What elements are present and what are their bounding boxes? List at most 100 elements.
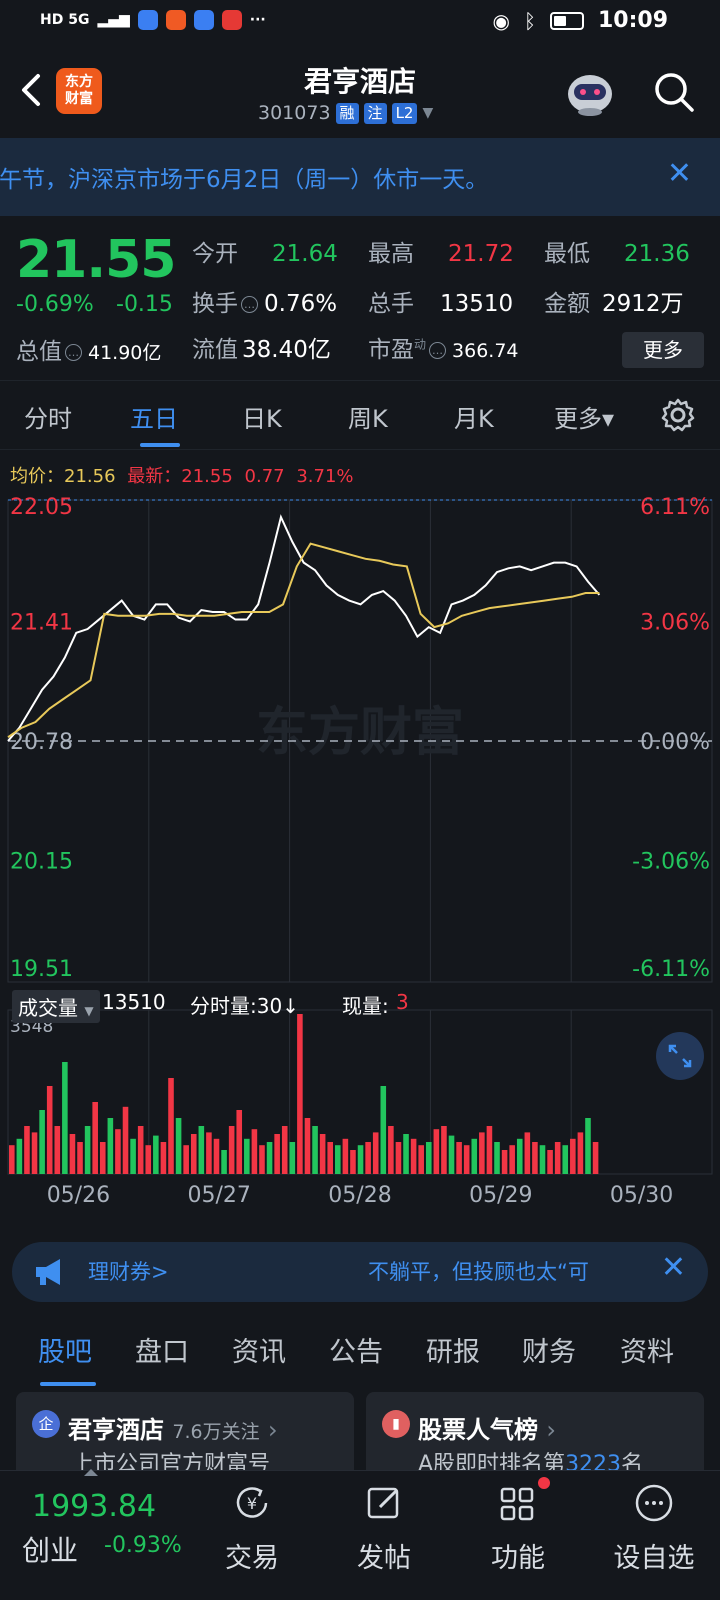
latest-percent: 3.71% — [296, 466, 354, 487]
search-icon[interactable] — [652, 70, 696, 114]
volume-bar — [570, 1138, 576, 1174]
volume-bar — [562, 1145, 569, 1174]
company-account-card[interactable]: 企 君亨酒店 7.6万关注 › 上市公司官方财富号 — [16, 1392, 354, 1482]
info-icon[interactable]: … — [65, 344, 82, 361]
volume-bar — [236, 1110, 243, 1174]
volume-bar — [31, 1132, 38, 1174]
holiday-notice-banner[interactable]: 端午节，沪深京市场于6月2日（周一）休市一天。 ✕ — [0, 138, 720, 216]
signal-icon: ▂▄▆ — [97, 12, 130, 28]
nav-functions[interactable]: 功能 — [478, 1477, 558, 1575]
field-value: 21.36 — [624, 241, 690, 267]
x-tick-label: 05/30 — [610, 1183, 673, 1208]
volume-bar — [577, 1132, 584, 1174]
eye-icon: ◉ — [492, 8, 510, 33]
content-tabs: 股吧 盘口 资讯 公告 研报 财务 资料 — [0, 1320, 720, 1386]
volume-bar — [107, 1118, 114, 1174]
volume-bar — [509, 1145, 515, 1174]
volume-bar — [281, 1126, 288, 1174]
field-label: 换手 — [192, 291, 238, 317]
y-tick-left: 21.41 — [10, 610, 73, 635]
tab-research[interactable]: 研报 — [426, 1330, 480, 1369]
info-icon[interactable]: … — [429, 342, 447, 359]
volume-bar — [319, 1134, 326, 1174]
latest-change: 0.77 — [244, 466, 285, 487]
volume-bar — [456, 1142, 462, 1174]
tab-weekly-k[interactable]: 周K — [348, 399, 388, 434]
tab-daily-k[interactable]: 日K — [242, 399, 282, 434]
field-value: 41.90亿 — [88, 342, 162, 364]
change-amount: -0.15 — [116, 292, 173, 317]
close-icon[interactable]: ✕ — [661, 1250, 686, 1285]
y-tick-left: 20.15 — [10, 850, 73, 875]
tab-finance[interactable]: 财务 — [522, 1330, 576, 1369]
index-value[interactable]: 1993.84 — [32, 1489, 156, 1524]
promo-marquee-text[interactable]: 不躺平，但投顾也太“可 — [368, 1256, 650, 1286]
volume-indicator-dropdown[interactable]: 成交量 ▼ — [12, 990, 100, 1023]
x-tick-label: 05/29 — [469, 1183, 532, 1208]
y-tick-left: 22.05 — [10, 495, 73, 520]
nav-add-watchlist[interactable]: 设自选 — [600, 1481, 708, 1575]
volume-bar — [304, 1118, 311, 1174]
stock-code-row[interactable]: 301073 融 注 L2 ▼ — [258, 102, 433, 124]
promo-bar[interactable]: 理财券> 不躺平，但投顾也太“可 ✕ — [12, 1242, 708, 1302]
amount-field: 金额 2912万 — [544, 284, 684, 318]
fullscreen-button[interactable] — [656, 1032, 704, 1080]
field-value: 13510 — [440, 291, 514, 317]
volume-bar — [554, 1142, 561, 1174]
more-button[interactable]: 更多 — [622, 332, 704, 368]
tab-announcements[interactable]: 公告 — [329, 1330, 383, 1369]
tab-intraday[interactable]: 分时 — [24, 399, 72, 434]
volume-bar — [69, 1134, 76, 1174]
volume-bar — [539, 1145, 546, 1174]
gear-icon[interactable] — [660, 397, 696, 433]
more-notify-icon: ··· — [249, 12, 266, 28]
caret-up-icon — [84, 1469, 98, 1476]
tab-guba[interactable]: 股吧 — [38, 1330, 92, 1369]
close-icon[interactable]: ✕ — [667, 156, 692, 191]
volume-bar — [153, 1135, 159, 1174]
volume-bar — [251, 1129, 258, 1174]
tab-five-day[interactable]: 五日 — [130, 399, 178, 434]
bluetooth-icon: ᛒ — [523, 8, 536, 33]
card-title: 君亨酒店 7.6万关注 › — [68, 1410, 278, 1445]
volume-bar — [92, 1102, 98, 1174]
app-notify-icon — [221, 10, 242, 30]
field-label: 今开 — [192, 241, 238, 267]
volume-bar — [342, 1138, 349, 1174]
tab-monthly-k[interactable]: 月K — [454, 399, 494, 434]
index-name[interactable]: 创业 — [22, 1529, 78, 1569]
tab-profile[interactable]: 资料 — [620, 1330, 674, 1369]
open-field: 今开 21.64 — [192, 234, 338, 268]
field-label: 最高 — [368, 241, 414, 267]
tag-level2: L2 — [391, 102, 418, 124]
y-tick-right: 3.06% — [640, 610, 710, 635]
volume-bar — [501, 1150, 508, 1174]
nav-trade[interactable]: ¥ 交易 — [212, 1481, 292, 1575]
app-notify-icon — [137, 10, 158, 30]
nav-post[interactable]: 发帖 — [344, 1481, 424, 1575]
volume-total: 13510 — [102, 990, 166, 1014]
info-icon[interactable]: … — [241, 296, 258, 313]
latest-value: 21.55 — [181, 466, 233, 487]
promo-left-label[interactable]: 理财券> — [88, 1256, 169, 1286]
enterprise-icon: 企 — [32, 1410, 60, 1438]
field-label: 市盈 — [368, 337, 414, 363]
volume-bar — [425, 1142, 432, 1174]
volume-bar — [221, 1150, 227, 1174]
volume-bar — [244, 1138, 250, 1174]
chart-bars-icon: ▮ — [382, 1410, 410, 1438]
popularity-rank-card[interactable]: ▮ 股票人气榜 › A股即时排名第3223名 — [366, 1392, 704, 1482]
tab-news[interactable]: 资讯 — [232, 1330, 286, 1369]
volume-bar — [441, 1126, 447, 1174]
robot-assistant-icon[interactable] — [564, 68, 616, 118]
volume-bar — [137, 1126, 144, 1174]
five-day-chart[interactable]: 东方财富 22.05 21.41 20.78 20.15 19.51 6.11% 3.06% 0… — [0, 492, 720, 1212]
volume-bar — [410, 1138, 417, 1174]
tab-more[interactable]: 更多▾ — [554, 399, 614, 434]
edit-icon — [367, 1487, 399, 1519]
volume-bar — [46, 1086, 53, 1174]
volume-bar — [190, 1134, 197, 1174]
nav-label: 功能 — [491, 1543, 545, 1574]
tab-pankou[interactable]: 盘口 — [135, 1330, 189, 1369]
status-icons: HD 5G ▂▄▆ ··· — [40, 10, 266, 30]
